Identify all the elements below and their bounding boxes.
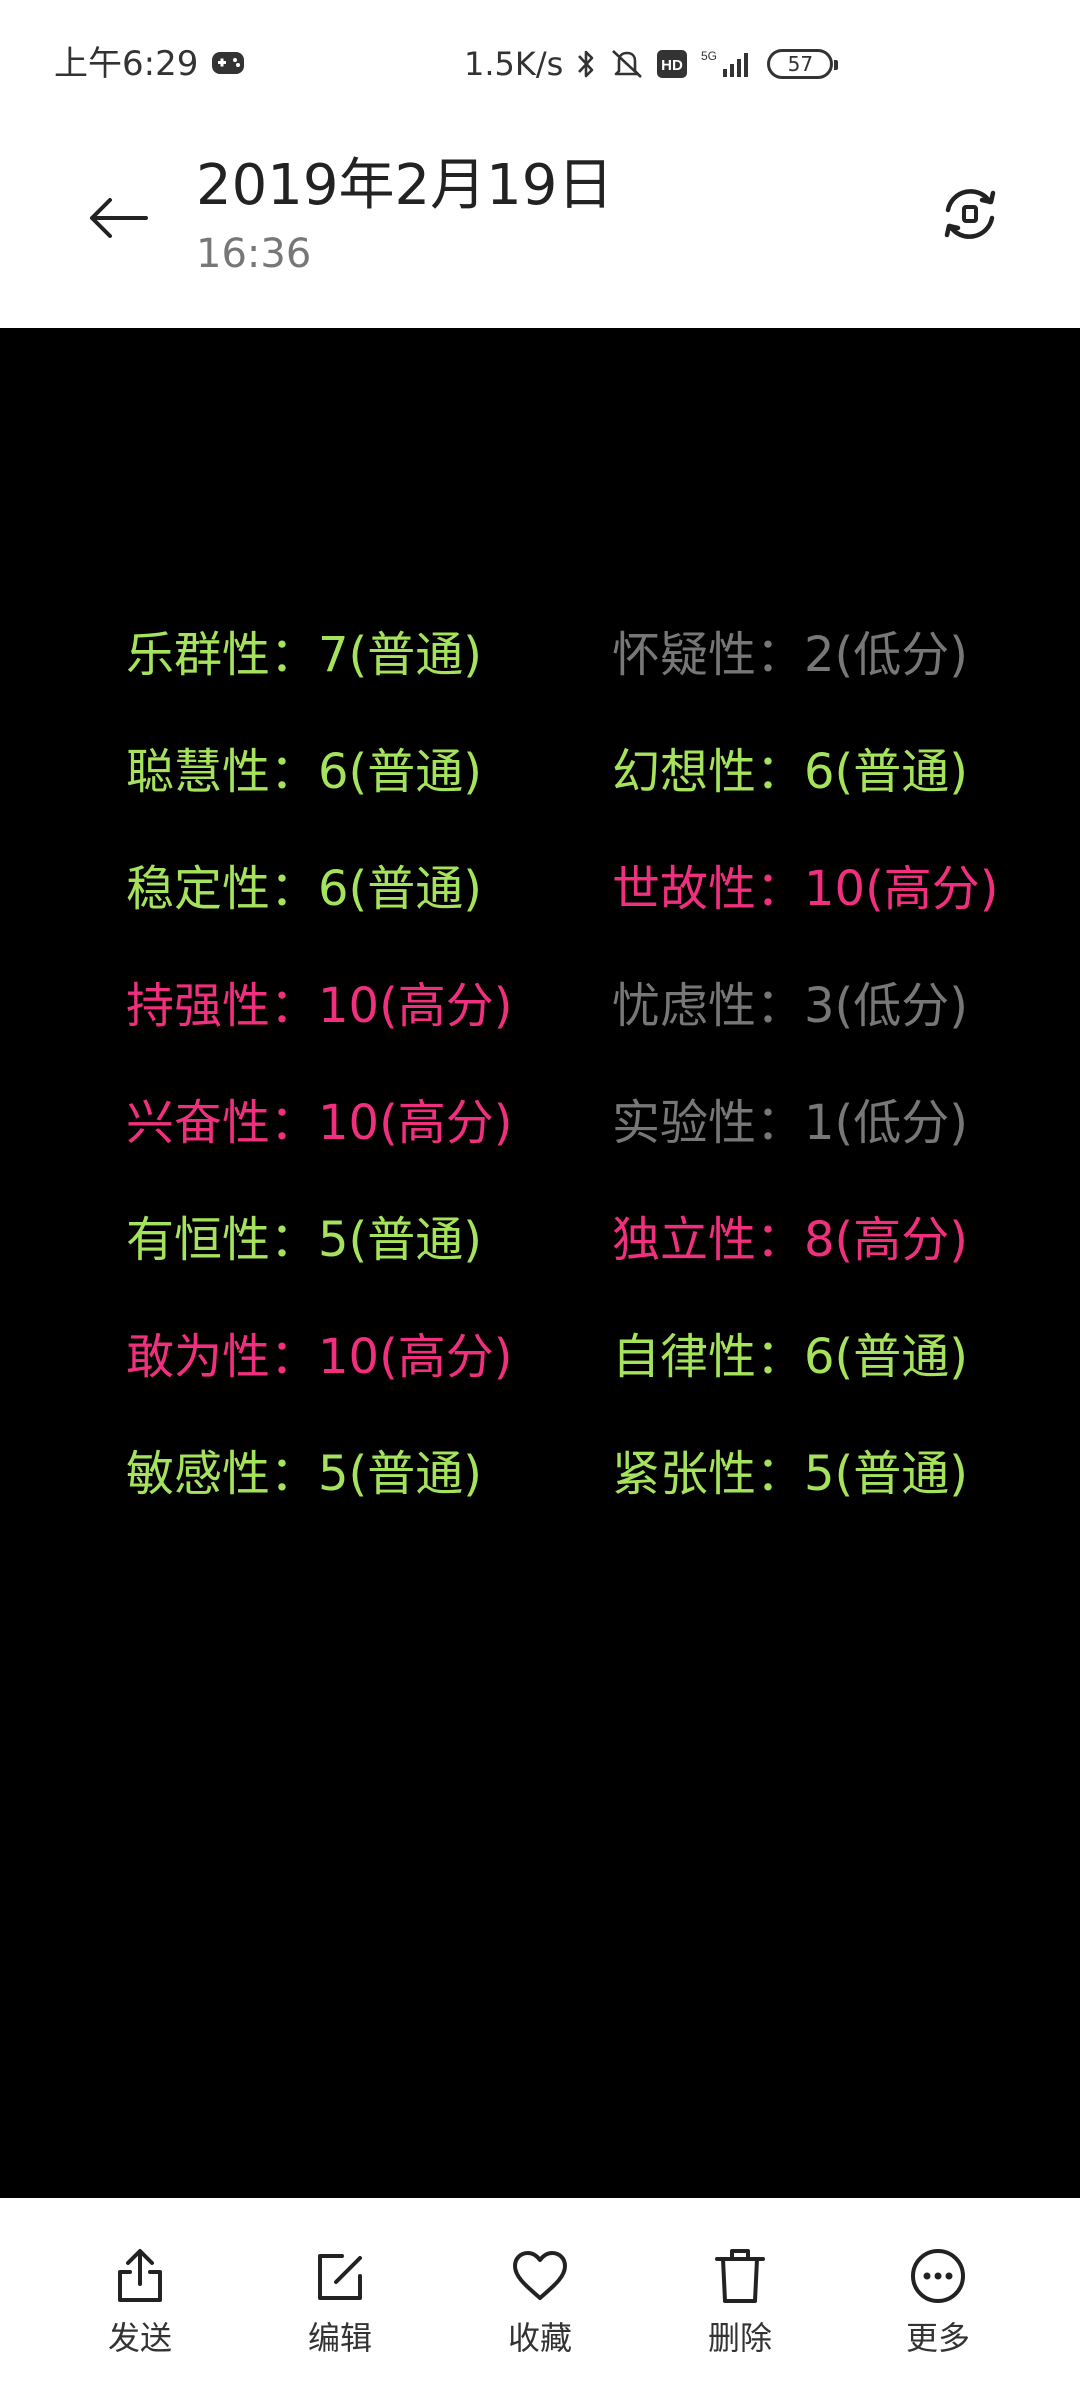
trait-row: 乐群性：7(普通) 怀疑性：2(低分)	[126, 596, 1006, 713]
trait-row: 稳定性：6(普通) 世故性：10(高分)	[126, 830, 1006, 947]
status-bar: 上午6:29 1.5K/s HD 5G 57	[0, 0, 1080, 128]
trait-item: 自律性：6(普通)	[612, 1328, 968, 1385]
trait-item: 聪慧性：6(普通)	[126, 743, 482, 800]
header: 2019年2月19日 16:36	[0, 128, 1080, 328]
battery-level: 57	[787, 52, 814, 76]
page-subtitle: 16:36	[196, 231, 312, 277]
trait-row: 敢为性：10(高分) 自律性：6(普通)	[126, 1298, 1006, 1415]
trait-row: 聪慧性：6(普通) 幻想性：6(普通)	[126, 713, 1006, 830]
arrow-left-icon	[90, 198, 148, 238]
edit-icon	[310, 2246, 370, 2306]
trait-item: 兴奋性：10(高分)	[126, 1094, 513, 1151]
favorite-button[interactable]: 收藏	[470, 2246, 610, 2376]
delete-button[interactable]: 删除	[670, 2246, 810, 2376]
rotate-button[interactable]	[930, 174, 1010, 254]
back-button[interactable]	[78, 178, 158, 258]
more-button[interactable]: 更多	[868, 2246, 1008, 2376]
photo-view[interactable]: 乐群性：7(普通) 怀疑性：2(低分) 聪慧性：6(普通) 幻想性：6(普通) …	[0, 328, 1080, 2198]
net-speed: 1.5K/s	[464, 45, 564, 83]
trait-item: 独立性：8(高分)	[612, 1211, 968, 1268]
trait-item: 世故性：10(高分)	[612, 860, 999, 917]
trait-item: 紧张性：5(普通)	[612, 1445, 968, 1502]
mute-icon	[612, 50, 643, 78]
gamepad-icon	[212, 52, 244, 74]
trash-icon	[710, 2246, 770, 2306]
trait-row: 有恒性：5(普通) 独立性：8(高分)	[126, 1181, 1006, 1298]
bottom-toolbar: 发送 编辑 收藏 删除 更多	[0, 2198, 1080, 2400]
share-icon	[110, 2246, 170, 2306]
trait-item: 持强性：10(高分)	[126, 977, 513, 1034]
edit-button[interactable]: 编辑	[270, 2246, 410, 2376]
trait-item: 敢为性：10(高分)	[126, 1328, 513, 1385]
status-time: 上午6:29	[54, 44, 199, 84]
battery-icon: 57	[767, 49, 839, 79]
more-icon	[908, 2246, 968, 2306]
trait-item: 怀疑性：2(低分)	[612, 626, 968, 683]
edit-label: 编辑	[307, 2319, 372, 2357]
trait-row: 敏感性：5(普通) 紧张性：5(普通)	[126, 1415, 1006, 1532]
signal-icon: 5G	[701, 49, 749, 77]
trait-item: 敏感性：5(普通)	[126, 1445, 482, 1502]
trait-item: 稳定性：6(普通)	[126, 860, 482, 917]
send-button[interactable]: 发送	[70, 2246, 210, 2376]
network-type: 5G	[701, 49, 717, 63]
hd-icon: HD	[657, 50, 688, 78]
trait-item: 乐群性：7(普通)	[126, 626, 482, 683]
trait-row: 持强性：10(高分) 忧虑性：3(低分)	[126, 947, 1006, 1064]
rotate-icon	[944, 189, 996, 239]
bluetooth-icon	[578, 50, 594, 78]
delete-label: 删除	[707, 2319, 772, 2357]
status-indicators: 1.5K/s HD 5G 57	[464, 40, 839, 88]
trait-item: 实验性：1(低分)	[612, 1094, 968, 1151]
trait-item: 忧虑性：3(低分)	[612, 977, 968, 1034]
trait-row: 兴奋性：10(高分) 实验性：1(低分)	[126, 1064, 1006, 1181]
hd-badge-text: HD	[661, 57, 683, 74]
favorite-label: 收藏	[507, 2319, 572, 2357]
send-label: 发送	[107, 2319, 172, 2357]
trait-item: 幻想性：6(普通)	[612, 743, 968, 800]
trait-item: 有恒性：5(普通)	[126, 1211, 482, 1268]
trait-grid: 乐群性：7(普通) 怀疑性：2(低分) 聪慧性：6(普通) 幻想性：6(普通) …	[126, 596, 1006, 1532]
more-label: 更多	[905, 2319, 970, 2357]
heart-icon	[510, 2246, 570, 2306]
page-title: 2019年2月19日	[196, 153, 614, 218]
